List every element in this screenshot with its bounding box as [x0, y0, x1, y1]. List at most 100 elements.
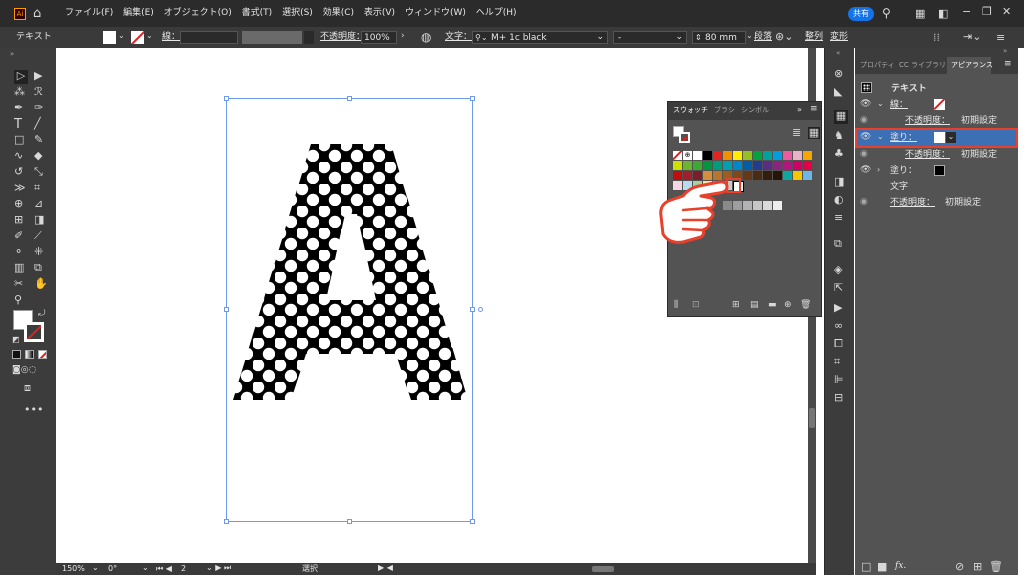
tab-symbols[interactable]: シンボル: [741, 107, 769, 114]
none-mode-button[interactable]: [38, 350, 47, 359]
swatch-gray[interactable]: [773, 201, 782, 210]
delete-swatch-icon[interactable]: 🗑: [800, 301, 811, 310]
swatch[interactable]: [763, 161, 772, 170]
swatch[interactable]: [793, 151, 802, 160]
lasso-tool-icon[interactable]: ℛ: [34, 86, 43, 97]
mesh-tool-icon[interactable]: ⊞: [14, 214, 23, 225]
artboard-next-last-icon[interactable]: ⌄ ▶ ⏭: [206, 564, 231, 572]
swatch[interactable]: [733, 161, 742, 170]
column-graph-tool-icon[interactable]: ▥: [14, 262, 24, 273]
artboards-panel-icon[interactable]: ⧉: [834, 238, 842, 249]
clear-appearance-icon[interactable]: ⊘: [955, 561, 964, 572]
menu-file[interactable]: ファイル(F): [65, 8, 113, 18]
tab-properties[interactable]: プロパティ: [860, 62, 895, 69]
rotation-value[interactable]: 0°: [108, 565, 117, 573]
eyedropper-tool-icon[interactable]: ✐: [14, 230, 23, 241]
artboard-first-prev-icon[interactable]: ⏮ ◀: [156, 565, 172, 573]
swatch-registration[interactable]: ⊕: [683, 151, 692, 160]
control-bar-menu-icon[interactable]: ⇥⌄: [963, 31, 981, 42]
curvature-tool-icon[interactable]: ✑: [34, 102, 43, 113]
actions-panel-icon[interactable]: ▶: [834, 302, 842, 313]
swatch[interactable]: [673, 161, 682, 170]
transform-panel-icon[interactable]: ⌗: [834, 356, 840, 367]
new-swatch-icon[interactable]: ⊕: [784, 301, 792, 310]
menu-edit[interactable]: 編集(E): [123, 8, 154, 18]
screen-mode-icon[interactable]: ⧈: [24, 382, 31, 393]
symbol-sprayer-tool-icon[interactable]: ⁜: [34, 246, 43, 257]
gradient-mode-button[interactable]: [25, 350, 34, 359]
paintbrush-tool-icon[interactable]: ✎: [34, 134, 43, 145]
handle-tl[interactable]: [224, 96, 229, 101]
grid-view-icon[interactable]: ▦: [808, 127, 820, 139]
appearance-menu-icon[interactable]: ≡: [1004, 60, 1012, 69]
color-guide-panel-icon[interactable]: ◨: [834, 176, 844, 187]
appearance-row-characters[interactable]: 文字: [855, 179, 1017, 195]
swatch-gray[interactable]: [753, 201, 762, 210]
menu-object[interactable]: オブジェクト(O): [164, 8, 232, 18]
strip-collapse-icon[interactable]: «: [836, 50, 840, 57]
add-to-library-icon[interactable]: ⊡: [692, 301, 700, 310]
hand-tool-icon[interactable]: ✋: [34, 278, 48, 289]
magic-wand-tool-icon[interactable]: ⁂: [14, 86, 25, 97]
arrange-documents-icon[interactable]: ◧: [938, 8, 948, 19]
selection-tool-icon[interactable]: ▷: [14, 70, 28, 84]
list-view-icon[interactable]: ≣: [792, 127, 801, 138]
artboard-number[interactable]: 2: [181, 565, 186, 573]
appearance-row-opacity-3[interactable]: ◉ 不透明度： 初期設定: [855, 195, 1017, 211]
swatch[interactable]: [723, 151, 732, 160]
stroke-label[interactable]: 線：: [162, 33, 180, 42]
swatch[interactable]: [713, 161, 722, 170]
swatches-collapse-icon[interactable]: »: [797, 106, 802, 114]
align-panel-icon[interactable]: ⊫: [834, 374, 844, 385]
text-wrap-icon[interactable]: ⊛⌄: [775, 31, 793, 42]
add-new-fill-icon[interactable]: ■: [877, 561, 887, 572]
line-tool-icon[interactable]: ╱: [34, 118, 41, 129]
add-new-stroke-icon[interactable]: □: [861, 561, 871, 572]
swatch[interactable]: [753, 151, 762, 160]
edit-toolbar-icon[interactable]: •••: [24, 404, 43, 415]
swatch[interactable]: [793, 171, 802, 180]
vertical-scroll-thumb[interactable]: [809, 408, 815, 428]
handle-bl[interactable]: [224, 519, 229, 524]
shaper-tool-icon[interactable]: ∿: [14, 150, 23, 161]
font-size-field[interactable]: ⇕ 80 mm: [692, 31, 746, 44]
swatch[interactable]: [783, 161, 792, 170]
swatch[interactable]: [773, 151, 782, 160]
swatch[interactable]: [713, 151, 722, 160]
visibility-eye-icon[interactable]: ◉: [860, 116, 868, 125]
handle-tc[interactable]: [347, 96, 352, 101]
paragraph-label[interactable]: 段落: [754, 33, 772, 42]
stroke-row-swatch[interactable]: [934, 99, 945, 110]
stroke-swatch-large[interactable]: [24, 322, 44, 342]
swatch-options-icon[interactable]: ⊞: [732, 301, 740, 310]
visibility-eye-icon[interactable]: ◉: [860, 150, 868, 159]
graphic-styles-panel-icon[interactable]: ◣: [834, 86, 842, 97]
recolor-icon[interactable]: ◍: [421, 31, 431, 43]
duplicate-item-icon[interactable]: ⊞: [973, 561, 982, 572]
tab-cc-libraries[interactable]: CC ライブラリ: [899, 62, 946, 69]
artboard-tool-icon[interactable]: ⧉: [34, 262, 42, 273]
more-options-icon[interactable]: ⁞⁞: [933, 32, 940, 43]
swatch-gray[interactable]: [733, 201, 742, 210]
tab-swatches[interactable]: スウォッチ: [673, 107, 708, 114]
rectangle-tool-icon[interactable]: □: [14, 134, 24, 145]
swatch-gray[interactable]: [763, 201, 772, 210]
menu-select[interactable]: 選択(S): [282, 8, 313, 18]
drawing-modes-icon[interactable]: ◙◎◌: [12, 366, 36, 375]
swatch-gray[interactable]: [743, 201, 752, 210]
swatch[interactable]: [753, 161, 762, 170]
zoom-tool-icon[interactable]: ⚲: [14, 294, 22, 305]
appearance-row-opacity-2[interactable]: ◉ 不透明度： 初期設定: [855, 147, 1017, 163]
fill-dropdown-icon[interactable]: ⌄: [118, 32, 125, 40]
swatch[interactable]: [803, 161, 812, 170]
layers-panel-icon[interactable]: ◈: [834, 264, 842, 275]
menu-effect[interactable]: 効果(C): [323, 8, 354, 18]
fill-row-swatch-black[interactable]: [934, 165, 945, 176]
pen-tool-icon[interactable]: ✒: [14, 102, 23, 113]
swatches-panel-icon[interactable]: ▦: [834, 110, 848, 124]
color-group-icon[interactable]: ▤: [750, 301, 759, 310]
minimize-icon[interactable]: −: [962, 6, 971, 17]
collapse-chevron-icon[interactable]: ›: [877, 166, 880, 174]
swatch[interactable]: [803, 171, 812, 180]
zoom-dropdown-icon[interactable]: ⌄: [92, 564, 99, 572]
